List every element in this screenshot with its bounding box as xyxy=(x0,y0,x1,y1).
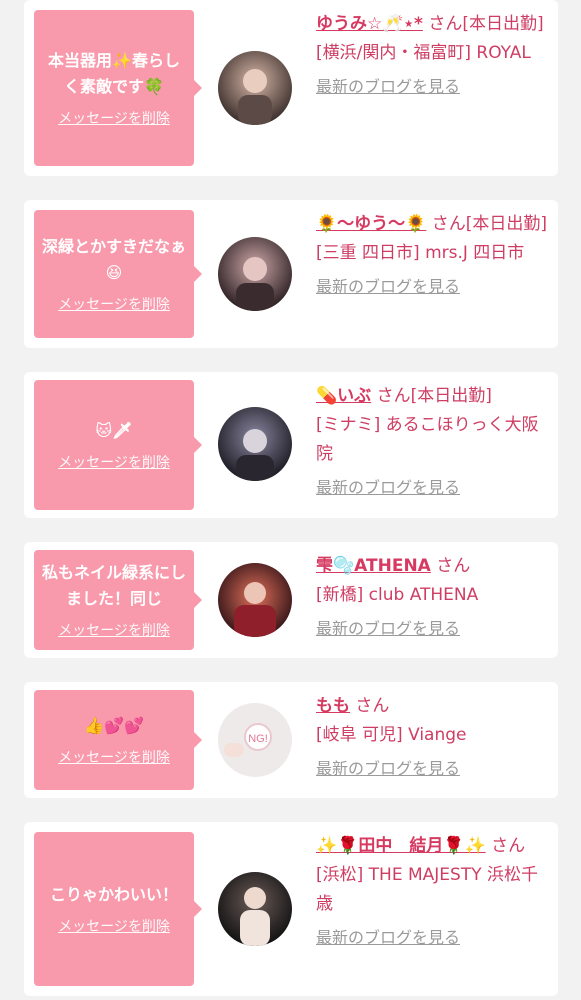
delete-message-link[interactable]: メッセージを削除 xyxy=(58,452,170,472)
avatar-image xyxy=(218,237,292,311)
message-bubble: 本当器用✨春らしく素敵です🍀 メッセージを削除 xyxy=(34,10,202,166)
message-text: こりゃかわいい！ xyxy=(49,885,178,904)
user-name-link[interactable]: 🌻〜ゆう〜🌻 xyxy=(316,214,426,234)
shop-text: [岐阜 可児] Viange xyxy=(316,725,467,745)
honorific: さん xyxy=(428,14,463,34)
delete-message-link[interactable]: メッセージを削除 xyxy=(58,294,170,314)
shop-text: [浜松] THE MAJESTY 浜松千歳 xyxy=(316,865,538,914)
message-card: 本当器用✨春らしく素敵です🍀 メッセージを削除 ゆうみ☆︎🥂⋆* さん[本日出勤… xyxy=(24,0,558,176)
avatar[interactable] xyxy=(218,51,292,125)
avatar[interactable] xyxy=(218,407,292,481)
delete-message-link[interactable]: メッセージを削除 xyxy=(58,108,170,128)
latest-blog-link[interactable]: 最新のブログを見る xyxy=(316,754,548,783)
honorific: さん xyxy=(355,696,390,716)
user-name-link[interactable]: ✨🌹田中 結月🌹✨ xyxy=(316,836,486,856)
honorific: さん xyxy=(491,836,526,856)
avatar-image xyxy=(218,51,292,125)
message-text: 👍💕💕 xyxy=(84,716,144,735)
message-text: 本当器用✨春らしく素敵です🍀 xyxy=(48,51,180,96)
user-info: ✨🌹田中 結月🌹✨ さん [浜松] THE MAJESTY 浜松千歳 最新のブロ… xyxy=(316,832,548,952)
latest-blog-link[interactable]: 最新のブログを見る xyxy=(316,72,548,101)
message-bubble: 深緑とかすきだなぁ😆 メッセージを削除 xyxy=(34,210,202,338)
user-info: ゆうみ☆︎🥂⋆* さん[本日出勤] [横浜/関内・福富町] ROYAL 最新のブ… xyxy=(316,10,548,101)
delete-message-link[interactable]: メッセージを削除 xyxy=(58,916,170,936)
message-text: 深緑とかすきだなぁ😆 xyxy=(42,237,187,282)
shop-text: [ミナミ] あるこほりっく大阪院 xyxy=(316,415,539,464)
delete-message-link[interactable]: メッセージを削除 xyxy=(58,620,170,640)
user-name-link[interactable]: ゆうみ☆︎🥂⋆* xyxy=(316,14,423,34)
user-info: 💊いぶ さん[本日出勤] [ミナミ] あるこほりっく大阪院 最新のブログを見る xyxy=(316,382,548,502)
status-text: [本日出勤] xyxy=(465,214,548,234)
shop-text: [三重 四日市] mrs.J 四日市 xyxy=(316,243,525,263)
latest-blog-link[interactable]: 最新のブログを見る xyxy=(316,614,548,643)
avatar-image xyxy=(218,407,292,481)
svg-text:NG!: NG! xyxy=(248,733,268,745)
message-bubble: こりゃかわいい！ メッセージを削除 xyxy=(34,832,202,986)
avatar-image: NG! xyxy=(218,703,292,777)
honorific: さん xyxy=(431,214,466,234)
user-name-link[interactable]: 💊いぶ xyxy=(316,386,371,406)
user-name-link[interactable]: 雫🫧ATHENA xyxy=(316,556,431,576)
message-bubble: 👍💕💕 メッセージを削除 xyxy=(34,690,202,790)
avatar-image xyxy=(218,563,292,637)
message-bubble: 私もネイル緑系にしました！同じ メッセージを削除 xyxy=(34,550,202,650)
message-text: 🐱🗡 xyxy=(95,421,133,440)
avatar[interactable] xyxy=(218,237,292,311)
message-text: 私もネイル緑系にしました！同じ xyxy=(42,563,187,608)
shop-text: [横浜/関内・福富町] ROYAL xyxy=(316,43,531,63)
latest-blog-link[interactable]: 最新のブログを見る xyxy=(316,272,548,301)
delete-message-link[interactable]: メッセージを削除 xyxy=(58,747,170,767)
message-card: こりゃかわいい！ メッセージを削除 ✨🌹田中 結月🌹✨ さん [浜松] THE … xyxy=(24,822,558,996)
user-name-link[interactable]: もも xyxy=(316,696,350,716)
status-text: [本日出勤] xyxy=(410,386,492,406)
status-text: [本日出勤] xyxy=(462,14,544,34)
latest-blog-link[interactable]: 最新のブログを見る xyxy=(316,473,548,502)
message-card: 👍💕💕 メッセージを削除 NG! もも さん [岐阜 可児] Viange 最新… xyxy=(24,682,558,798)
avatar-image xyxy=(218,872,292,946)
avatar[interactable] xyxy=(218,563,292,637)
latest-blog-link[interactable]: 最新のブログを見る xyxy=(316,923,548,952)
message-card: 深緑とかすきだなぁ😆 メッセージを削除 🌻〜ゆう〜🌻 さん[本日出勤] [三重 … xyxy=(24,200,558,348)
shop-text: [新橋] club ATHENA xyxy=(316,585,479,605)
user-info: 🌻〜ゆう〜🌻 さん[本日出勤] [三重 四日市] mrs.J 四日市 最新のブロ… xyxy=(316,210,548,301)
message-card: 🐱🗡 メッセージを削除 💊いぶ さん[本日出勤] [ミナミ] あるこほりっく大阪… xyxy=(24,372,558,518)
message-card: 私もネイル緑系にしました！同じ メッセージを削除 雫🫧ATHENA さん [新橋… xyxy=(24,542,558,658)
honorific: さん xyxy=(436,556,471,576)
user-info: もも さん [岐阜 可児] Viange 最新のブログを見る xyxy=(316,692,548,783)
avatar[interactable]: NG! xyxy=(218,703,292,777)
user-info: 雫🫧ATHENA さん [新橋] club ATHENA 最新のブログを見る xyxy=(316,552,548,643)
honorific: さん xyxy=(376,386,411,406)
avatar[interactable] xyxy=(218,872,292,946)
message-bubble: 🐱🗡 メッセージを削除 xyxy=(34,380,202,510)
